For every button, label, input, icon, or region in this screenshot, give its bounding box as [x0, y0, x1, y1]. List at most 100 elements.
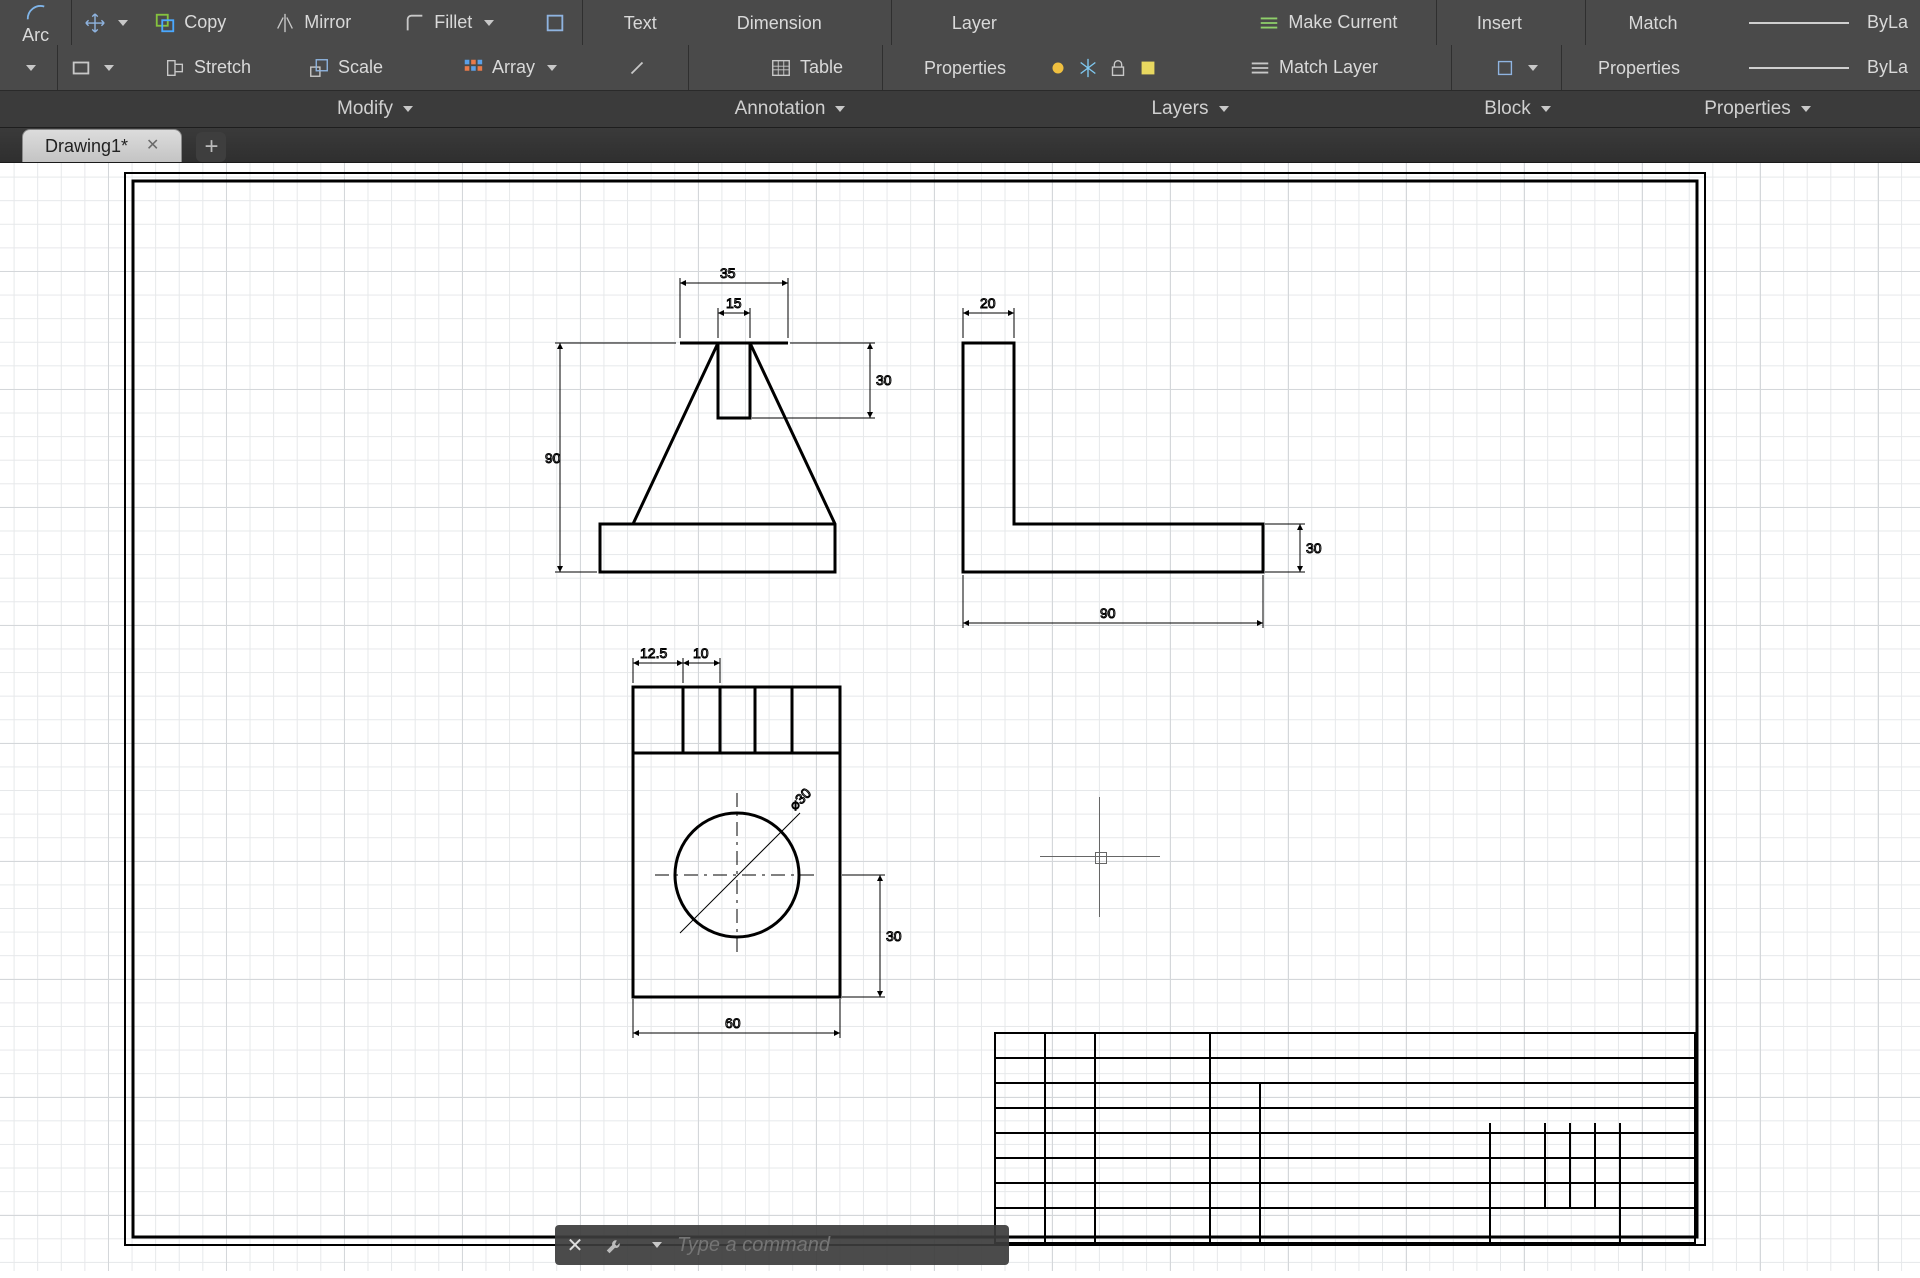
copy-label: Copy [184, 12, 226, 33]
match-properties-label: Properties [1598, 58, 1680, 78]
arc-label: Arc [22, 25, 49, 45]
command-line[interactable]: ✕ [555, 1225, 1009, 1265]
drawing-canvas[interactable]: 35 15 30 90 20 30 90 [0, 163, 1920, 1271]
dropdown-icon [403, 106, 413, 112]
dimension-label: Dimension [737, 13, 822, 33]
dimension-button[interactable]: Dimension [697, 0, 861, 45]
svg-text:30: 30 [876, 372, 892, 388]
copy-button[interactable]: Copy [142, 12, 262, 34]
match-properties-button[interactable]: Properties [1562, 45, 1716, 90]
arc-icon [25, 1, 47, 23]
dropdown-icon [26, 65, 36, 71]
table-button[interactable]: Table [758, 45, 882, 90]
tab-close-button[interactable]: ✕ [146, 130, 159, 162]
bylayer-label-1: ByLa [1867, 12, 1908, 33]
make-current-label: Make Current [1288, 12, 1397, 33]
layer-label: Layer [952, 13, 997, 33]
tab-drawing1[interactable]: Drawing1* ✕ [22, 129, 182, 162]
layer-freeze-icon[interactable] [1077, 57, 1099, 79]
layer-state-icon[interactable] [1047, 57, 1069, 79]
make-current-icon [1258, 12, 1280, 34]
insert-button[interactable]: Insert [1437, 0, 1561, 45]
dropdown-icon [652, 1242, 662, 1248]
mirror-button[interactable]: Mirror [262, 12, 392, 34]
array-button[interactable]: Array [450, 45, 614, 90]
copy-icon [154, 12, 176, 34]
fillet-button[interactable]: Fillet [392, 12, 532, 34]
mirror-label: Mirror [304, 12, 351, 33]
move-button[interactable] [72, 12, 142, 34]
match-layer-button[interactable]: Match Layer [1237, 45, 1451, 90]
command-input[interactable] [675, 1233, 999, 1258]
text-button[interactable]: Text [583, 0, 697, 45]
tool-icon [626, 57, 648, 79]
dropdown-icon [1801, 106, 1811, 112]
insert-label: Insert [1477, 13, 1522, 33]
svg-text:90: 90 [1100, 605, 1116, 621]
layer-lock-icon[interactable] [1107, 57, 1129, 79]
modify-misc2-button[interactable] [614, 45, 688, 90]
new-tab-button[interactable]: + [196, 132, 226, 162]
arc-button[interactable]: Arc [0, 0, 71, 45]
dropdown-icon [1541, 106, 1551, 112]
layer-properties-label: Properties [924, 58, 1006, 78]
layer-properties-button-2[interactable]: Properties [883, 45, 1047, 90]
panel-label-block[interactable]: Block [1440, 91, 1595, 127]
layer-color-icon[interactable] [1137, 57, 1159, 79]
svg-text:60: 60 [725, 1015, 741, 1031]
match-layer-label: Match Layer [1279, 57, 1378, 78]
linetype-swatch [1749, 67, 1849, 69]
wrench-icon [604, 1234, 626, 1256]
match-button[interactable]: Match [1586, 0, 1720, 45]
svg-text:⌀30: ⌀30 [786, 785, 814, 813]
edit-icon [544, 12, 566, 34]
tab-label: Drawing1* [45, 130, 128, 162]
command-close-button[interactable]: ✕ [555, 1225, 595, 1265]
rectangle-icon [70, 57, 92, 79]
dropdown-icon [1219, 106, 1229, 112]
block-icon [1494, 57, 1516, 79]
array-label: Array [492, 57, 535, 78]
svg-text:12.5: 12.5 [640, 645, 667, 661]
make-current-button[interactable]: Make Current [1246, 12, 1436, 34]
drawing-svg: 35 15 30 90 20 30 90 [0, 163, 1920, 1271]
panel-label-annotation[interactable]: Annotation [640, 91, 940, 127]
svg-text:30: 30 [886, 928, 902, 944]
fillet-label: Fillet [434, 12, 472, 33]
block-misc-button[interactable] [1482, 45, 1561, 90]
rectangle-button[interactable] [58, 45, 152, 90]
text-label: Text [624, 13, 657, 33]
ribbon: Arc Copy Mirror Fillet Text Dimension [0, 0, 1920, 128]
svg-text:30: 30 [1306, 540, 1322, 556]
stretch-label: Stretch [194, 57, 251, 78]
ribbon-row-1: Arc Copy Mirror Fillet Text Dimension [0, 0, 1920, 45]
modify-misc-button[interactable] [532, 12, 582, 34]
dropdown-icon [1528, 65, 1538, 71]
dropdown-icon [484, 20, 494, 26]
command-recent-button[interactable] [635, 1225, 675, 1265]
array-icon [462, 57, 484, 79]
dropdown-icon [118, 20, 128, 26]
panel-label-layers[interactable]: Layers [940, 91, 1440, 127]
panel-label-modify[interactable]: Modify [110, 91, 640, 127]
mirror-icon [274, 12, 296, 34]
stretch-button[interactable]: Stretch [152, 45, 296, 90]
scale-button[interactable]: Scale [296, 45, 450, 90]
svg-text:35: 35 [720, 265, 736, 281]
document-tabs: Drawing1* ✕ + [0, 128, 1920, 163]
stretch-icon [164, 57, 186, 79]
linetype-bylayer-1[interactable]: ByLa [1720, 12, 1920, 33]
bylayer-label-2: ByLa [1867, 57, 1908, 78]
dropdown-icon [547, 65, 557, 71]
dropdown-icon [104, 65, 114, 71]
linetype-swatch [1749, 22, 1849, 24]
command-customize-button[interactable] [595, 1225, 635, 1265]
panel-label-properties[interactable]: Properties [1595, 91, 1920, 127]
draw-misc-button[interactable] [0, 45, 57, 90]
scale-icon [308, 57, 330, 79]
fillet-icon [404, 12, 426, 34]
linetype-bylayer-2[interactable]: ByLa [1716, 45, 1920, 90]
svg-text:15: 15 [726, 295, 742, 311]
layer-properties-button[interactable]: Layer [892, 0, 1056, 45]
panel-label-draw[interactable] [0, 91, 110, 127]
